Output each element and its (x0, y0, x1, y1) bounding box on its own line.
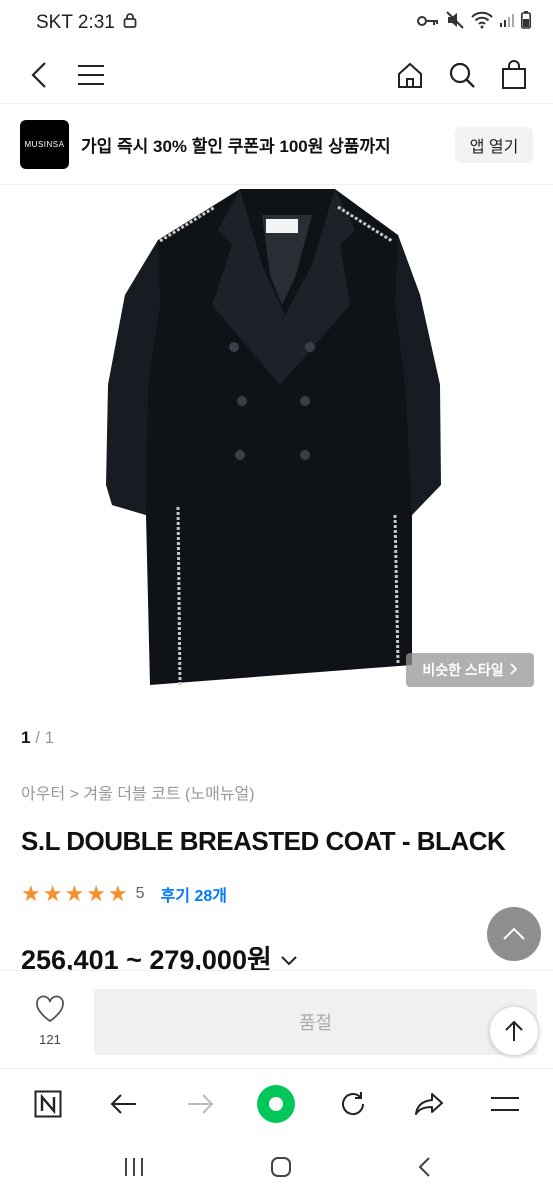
browser-toolbar (0, 1068, 553, 1138)
pager-total: / 1 (35, 728, 55, 747)
recent-apps-icon[interactable] (123, 1157, 145, 1182)
star-icon: ★ (86, 881, 106, 906)
arrow-up-icon (505, 1020, 523, 1041)
star-icon: ★ (42, 881, 63, 906)
top-navigation (0, 46, 553, 104)
lock-icon (123, 12, 137, 34)
review-link[interactable]: 후기 28개 (161, 882, 227, 906)
mute-icon (445, 11, 465, 35)
back-icon[interactable] (99, 1079, 149, 1129)
chevron-right-icon (509, 662, 518, 678)
purchase-bar: 121 품절 (0, 970, 553, 1068)
product-image[interactable]: 비슷한 스타일 (0, 185, 553, 705)
battery-icon (521, 11, 531, 35)
rating-row: ★ ★ ★ ★ ★ 5 후기 28개 (21, 882, 227, 906)
home-circle-icon[interactable] (270, 1156, 292, 1183)
similar-style-label: 비슷한 스타일 (422, 662, 504, 678)
product-title: S.L DOUBLE BREASTED COAT - BLACK (21, 826, 506, 856)
status-bar: SKT 2:31 (0, 0, 553, 46)
pager-current: 1 (21, 728, 31, 747)
naver-n-icon[interactable] (23, 1079, 73, 1129)
signal-icon (499, 12, 515, 34)
star-icon: ★ (64, 881, 85, 906)
wifi-icon (471, 11, 493, 35)
like-count: 121 (39, 1032, 61, 1047)
back-arrow-icon[interactable] (20, 56, 58, 94)
search-icon[interactable] (443, 56, 481, 94)
promo-text: 가입 즉시 30% 할인 쿠폰과 100원 상품까지 (81, 137, 391, 156)
chevron-up-icon (503, 927, 525, 940)
scroll-to-top-button[interactable] (487, 907, 541, 961)
soldout-button[interactable]: 품절 (94, 989, 537, 1055)
star-icon: ★ (107, 881, 128, 906)
similar-style-button[interactable]: 비슷한 스타일 (406, 653, 534, 687)
refresh-icon[interactable] (328, 1079, 378, 1129)
share-icon[interactable] (404, 1079, 454, 1129)
shopping-bag-icon[interactable] (495, 56, 533, 94)
app-promo-banner: MUSINSA 가입 즉시 30% 할인 쿠폰과 100원 상품까지 앱 열기 (0, 105, 553, 185)
like-button[interactable]: 121 (25, 995, 75, 1047)
breadcrumb[interactable]: 아우터 > 겨울 더블 코트 (노매뉴얼) (21, 780, 255, 804)
scroll-up-button[interactable] (489, 1006, 539, 1056)
coat-illustration (106, 189, 441, 686)
menu-icon[interactable] (480, 1079, 530, 1129)
home-icon[interactable] (391, 56, 429, 94)
green-dot-home-icon[interactable] (251, 1079, 301, 1129)
chevron-down-icon (280, 942, 298, 973)
system-navigation (0, 1138, 553, 1200)
star-icon: ★ (21, 881, 41, 906)
forward-icon[interactable] (175, 1079, 225, 1129)
heart-icon (34, 995, 66, 1028)
system-back-icon[interactable] (417, 1156, 431, 1183)
musinsa-logo: MUSINSA (20, 120, 69, 169)
open-app-button[interactable]: 앱 열기 (455, 126, 533, 163)
key-icon (417, 12, 439, 34)
carrier-time: SKT 2:31 (36, 12, 115, 33)
hamburger-menu-icon[interactable] (72, 56, 110, 94)
rating-value: 5 (135, 885, 145, 902)
image-pager: 1 / 1 (21, 728, 54, 748)
